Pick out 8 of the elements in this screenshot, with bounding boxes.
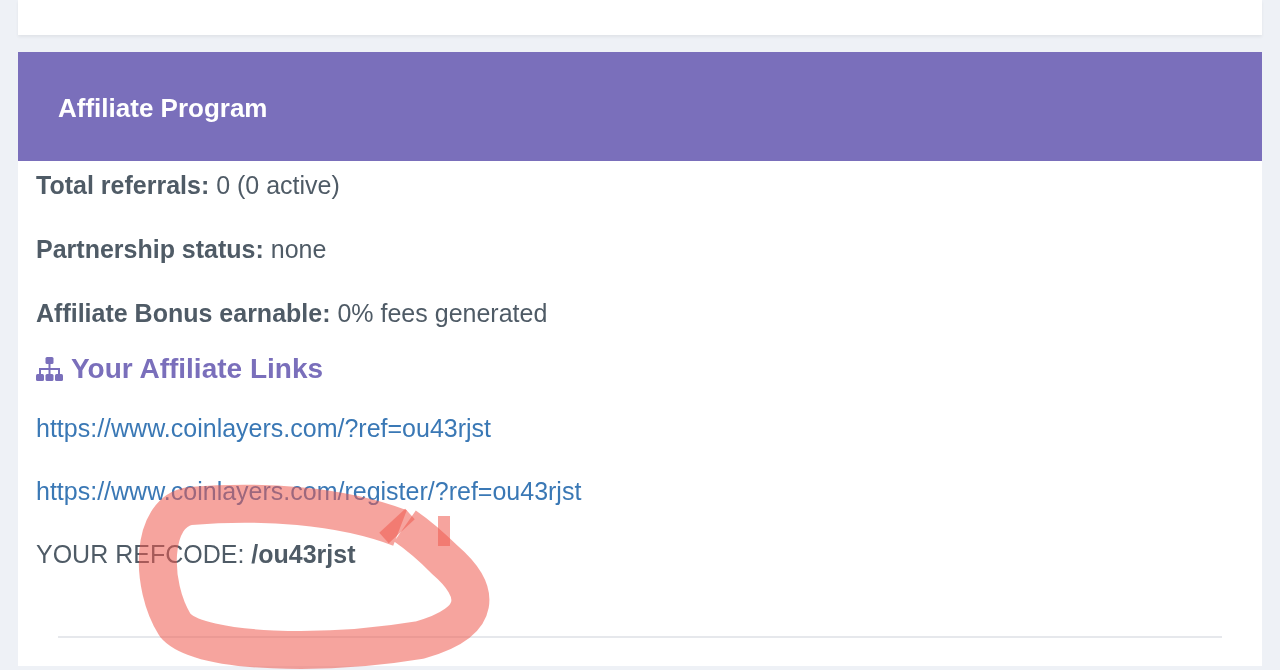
card-title: Affiliate Program — [58, 92, 268, 125]
affiliate-link[interactable]: https://www.coinlayers.com/?ref=ou43rjst — [36, 414, 492, 442]
section-heading: Your Affiliate Links — [71, 352, 324, 386]
stat-text: Affiliate Bonus earnable: 0% fees generated — [36, 298, 549, 329]
affiliate-link[interactable]: https://www.coinlayers.com/register/?ref=ou43rjst — [36, 477, 582, 505]
sitemap-icon — [36, 357, 63, 381]
stat-text: Partnership status: none — [36, 234, 328, 265]
stat-text: Total referrals: 0 (0 active) — [36, 170, 341, 201]
